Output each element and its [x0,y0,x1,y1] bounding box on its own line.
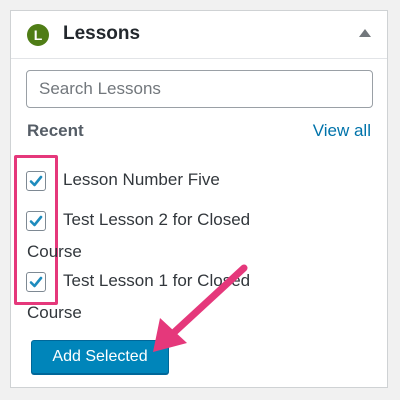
add-selected-button[interactable]: Add Selected [31,340,169,374]
lessons-widget: L Lessons Recent View all Lesson Number … [10,10,388,388]
checkmark-icon [29,175,43,187]
lesson-title: Test Lesson 2 for Closed Course [27,210,251,261]
lms-logo-icon: L [27,24,49,46]
lesson-checkbox[interactable] [26,171,46,191]
collapse-triangle-icon[interactable] [359,29,371,37]
lesson-title: Lesson Number Five [63,170,220,189]
search-lessons-input[interactable] [26,70,373,108]
widget-title: Lessons [63,23,141,44]
view-all-link[interactable]: View all [313,121,371,141]
recent-heading: Recent [27,121,84,140]
widget-header: L Lessons [11,11,387,59]
lesson-title: Test Lesson 1 for Closed Course [27,271,251,322]
